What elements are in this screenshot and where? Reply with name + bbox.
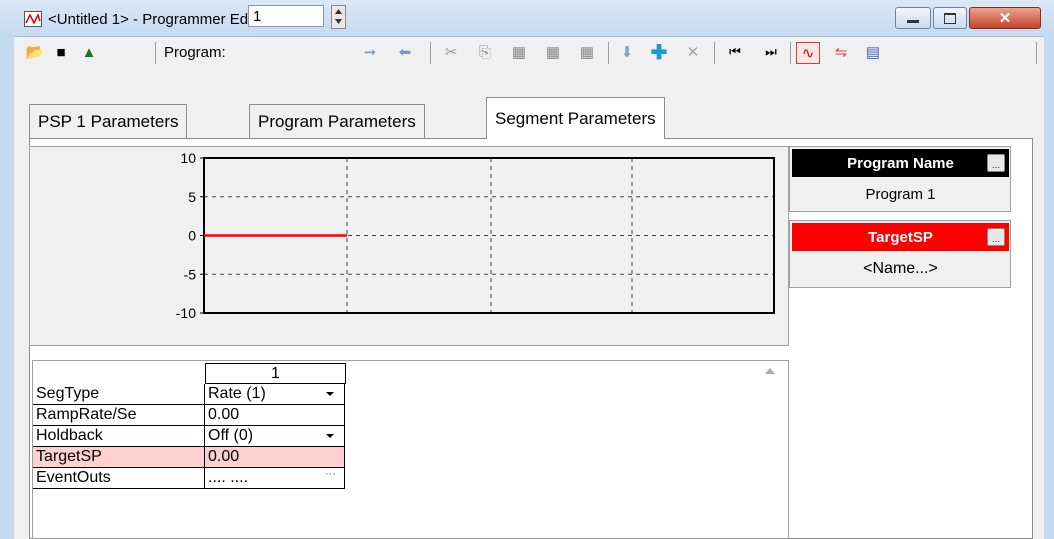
arrow-down-icon[interactable]: ⬇ (616, 42, 638, 62)
add-segment-icon[interactable]: ✚ (648, 42, 670, 64)
grid-column-header[interactable]: 1 (205, 363, 346, 384)
close-icon: ✕ (998, 10, 1012, 27)
grid-cell-text: .... .... (208, 469, 249, 486)
y-tick-label: 10 (180, 150, 196, 166)
program-name-header: Program Name (792, 149, 1009, 177)
paste-before-icon[interactable]: ▦ (542, 42, 564, 62)
grid-row-value[interactable]: 0.00 (205, 447, 345, 468)
grid-row-value[interactable]: .... .... ··· (205, 468, 345, 489)
close-button[interactable]: ✕ (969, 7, 1041, 29)
grid-cell-text: Rate (1) (208, 385, 266, 402)
program-number-input[interactable] (248, 5, 324, 27)
y-tick-label: -5 (184, 266, 197, 282)
minimize-button[interactable] (895, 7, 931, 29)
grid-row-label: SegType (33, 384, 205, 405)
grid-row-label: RampRate/Se (33, 405, 205, 426)
minimize-icon (907, 19, 919, 23)
grid-row-value[interactable]: 0.00 (205, 405, 345, 426)
segment-chart: 10 5 0 -5 -10 (176, 150, 775, 321)
spinner-arrows-icon (335, 9, 342, 24)
grid-row-label: EventOuts (33, 468, 205, 489)
maximize-button[interactable] (933, 7, 967, 29)
delete-segment-icon[interactable]: ✕ (682, 42, 704, 62)
target-sp-value: <Name...> (863, 260, 938, 277)
app-chart-icon (24, 11, 42, 27)
cut-icon[interactable]: ✂ (440, 42, 462, 62)
tab-segment-parameters[interactable]: Segment Parameters (486, 97, 665, 139)
dropdown-arrow-icon[interactable] (326, 434, 334, 438)
scroll-up-icon[interactable] (765, 368, 775, 374)
tab-program-parameters[interactable]: Program Parameters (249, 104, 425, 138)
y-tick-label: 5 (188, 189, 196, 205)
window-frame-right (1044, 36, 1054, 539)
y-tick-label: -10 (176, 305, 196, 321)
toolbar-icons: ➞ ⬅ ✂ ⎘ ▦ ▦ ▦ ⬇ ✚ ✕ ⏮ ⏭ ∿ ⇋ ▤ (14, 36, 1044, 68)
grid-row-label: Holdback (33, 426, 205, 447)
arrow-right-icon[interactable]: ➞ (359, 42, 381, 62)
target-sp-header: TargetSP (792, 223, 1009, 251)
legend-view-icon[interactable]: ⇋ (830, 42, 852, 62)
grid-cell-text: Off (0) (208, 427, 254, 444)
grid-cell-text: 0.00 (208, 406, 240, 423)
grid-row-value[interactable]: Rate (1) (205, 384, 345, 405)
grid-row-label: TargetSP (33, 447, 205, 468)
ellipsis-icon[interactable]: ··· (325, 468, 336, 480)
program-name-value: Program 1 (865, 185, 936, 203)
tab-psp1-parameters[interactable]: PSP 1 Parameters (29, 104, 188, 138)
paste-icon[interactable]: ▦ (508, 42, 530, 62)
grid-cell-text: 0.00 (208, 448, 240, 465)
last-segment-icon[interactable]: ⏭ (760, 42, 782, 62)
paste-after-icon[interactable]: ▦ (576, 42, 598, 62)
maximize-icon (944, 12, 956, 24)
copy-icon[interactable]: ⎘ (474, 42, 496, 62)
arrow-left-icon[interactable]: ⬅ (394, 42, 416, 62)
chart-view-icon[interactable]: ∿ (796, 42, 820, 64)
window-title: <Untitled 1> - Programmer Editor (48, 11, 269, 28)
grid-row-value[interactable]: Off (0) (205, 426, 345, 447)
target-sp-ellipsis-button[interactable]: ... (987, 228, 1005, 246)
program-spinner[interactable] (331, 5, 346, 29)
dropdown-arrow-icon[interactable] (326, 392, 334, 396)
first-segment-icon[interactable]: ⏮ (724, 42, 746, 62)
table-view-icon[interactable]: ▤ (862, 42, 884, 62)
y-tick-label: 0 (188, 228, 196, 244)
window-frame-left (0, 36, 14, 539)
program-name-ellipsis-button[interactable]: ... (987, 154, 1005, 172)
